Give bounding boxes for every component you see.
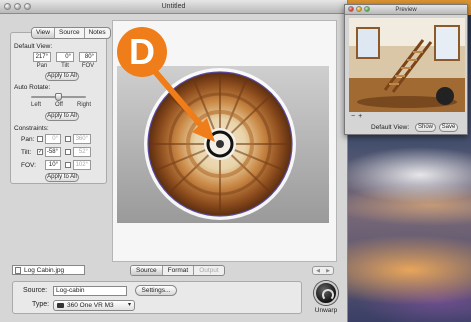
preview-zoom-controls: − +: [349, 113, 465, 121]
type-label: Type:: [32, 301, 50, 308]
zoom-out-icon[interactable]: −: [351, 113, 355, 121]
previous-arrow-icon[interactable]: ◀: [313, 267, 323, 274]
rotate-right-label: Right: [76, 102, 91, 108]
tab-output[interactable]: Output: [194, 266, 224, 275]
main-window: Untitled View Source Notes Default View:…: [0, 0, 348, 322]
pan-label: Pan: [36, 63, 48, 69]
save-button[interactable]: Save: [439, 123, 458, 132]
tilt-field[interactable]: 0°: [56, 52, 74, 62]
fov-constraint-label: FOV:: [21, 162, 36, 169]
view-settings-panel: View Source Notes Default View: 217° 0° …: [10, 27, 111, 184]
pan-constraint-label: Pan:: [21, 136, 35, 143]
tab-view[interactable]: View: [32, 28, 55, 38]
tab-source-editor[interactable]: Source: [131, 266, 163, 275]
tilt-constraint-label: Tilt:: [21, 149, 32, 156]
unwarp-icon: [314, 281, 338, 305]
pan-min-field[interactable]: 0°: [45, 134, 61, 144]
zoom-window-button[interactable]: [24, 3, 31, 10]
fov-max-field[interactable]: 102°: [73, 160, 91, 170]
type-select[interactable]: 360 One VR M3 ▾: [53, 300, 135, 311]
document-icon: [15, 267, 21, 274]
window-controls: [4, 3, 31, 10]
tab-format[interactable]: Format: [163, 266, 195, 275]
preview-panorama[interactable]: [349, 18, 465, 112]
unwarp-label: Unwarp: [314, 307, 338, 314]
default-view-apply-button[interactable]: Apply to All: [45, 72, 79, 81]
preview-close-button[interactable]: [348, 6, 354, 12]
source-field[interactable]: Log-cabin: [53, 286, 127, 296]
preview-default-view-row: Default View: Show Save: [349, 123, 465, 133]
auto-rotate-slider-knob[interactable]: [54, 93, 62, 101]
chevron-down-icon: ▾: [127, 302, 131, 308]
auto-rotate-label: Auto Rotate:: [14, 84, 51, 91]
image-nav-arrows: ◀ ▶: [312, 266, 334, 275]
fov-field[interactable]: 80°: [79, 52, 97, 62]
little-planet-graphic: [144, 68, 296, 220]
next-arrow-icon[interactable]: ▶: [323, 267, 333, 274]
source-settings-box: Source: Log-cabin Settings... Type: 360 …: [12, 281, 302, 314]
default-view-label: Default View:: [14, 43, 53, 50]
panel-tabs: View Source Notes: [31, 27, 111, 39]
preview-default-view-label: Default View:: [371, 124, 410, 131]
auto-rotate-apply-button[interactable]: Apply to All: [45, 112, 79, 121]
preview-minimize-button[interactable]: [356, 6, 362, 12]
camera-icon: [57, 303, 64, 308]
zoom-in-icon[interactable]: +: [358, 113, 362, 121]
pan-max-field[interactable]: 360°: [73, 134, 91, 144]
fov-label: FOV: [81, 63, 95, 69]
minimize-window-button[interactable]: [14, 3, 21, 10]
close-window-button[interactable]: [4, 3, 11, 10]
constraints-label: Constraints:: [14, 125, 49, 132]
callout-badge: D: [117, 27, 167, 77]
fov-max-checkbox[interactable]: [65, 162, 71, 168]
editor-tabs: Source Format Output: [130, 265, 225, 276]
fov-min-field[interactable]: 10°: [45, 160, 61, 170]
tilt-max-checkbox[interactable]: [65, 149, 71, 155]
tilt-label: Tilt: [61, 63, 69, 69]
pan-field[interactable]: 217°: [33, 52, 51, 62]
unwarp-button[interactable]: Unwarp: [309, 281, 343, 318]
tilt-min-checkbox[interactable]: ✓: [37, 149, 43, 155]
preview-window-controls: [348, 6, 370, 12]
preview-room-graphic: [349, 18, 465, 112]
tilt-min-field[interactable]: -58°: [45, 147, 61, 157]
main-titlebar[interactable]: Untitled: [0, 0, 347, 14]
tilt-max-field[interactable]: 52°: [73, 147, 91, 157]
preview-zoom-button[interactable]: [364, 6, 370, 12]
tab-source[interactable]: Source: [55, 28, 85, 38]
tab-notes[interactable]: Notes: [85, 28, 110, 38]
window-title: Untitled: [161, 3, 186, 10]
constraints-apply-button[interactable]: Apply to All: [45, 173, 79, 182]
little-planet-image[interactable]: [117, 66, 329, 223]
type-value: 360 One VR M3: [67, 302, 114, 309]
source-label: Source:: [23, 287, 48, 294]
pan-min-checkbox[interactable]: [37, 136, 43, 142]
image-file-field[interactable]: Log Cabin.jpg: [12, 265, 85, 275]
rotate-left-label: Left: [30, 102, 41, 108]
file-name-text: Log Cabin.jpg: [24, 267, 65, 274]
pan-max-checkbox[interactable]: [65, 136, 71, 142]
preview-titlebar[interactable]: Preview: [345, 5, 467, 15]
rotate-off-label: Off: [55, 102, 63, 108]
settings-button[interactable]: Settings...: [135, 285, 177, 296]
show-button[interactable]: Show: [415, 123, 436, 132]
preview-window: Preview − + Default View: Show Save: [344, 4, 468, 135]
preview-title: Preview: [395, 7, 417, 13]
